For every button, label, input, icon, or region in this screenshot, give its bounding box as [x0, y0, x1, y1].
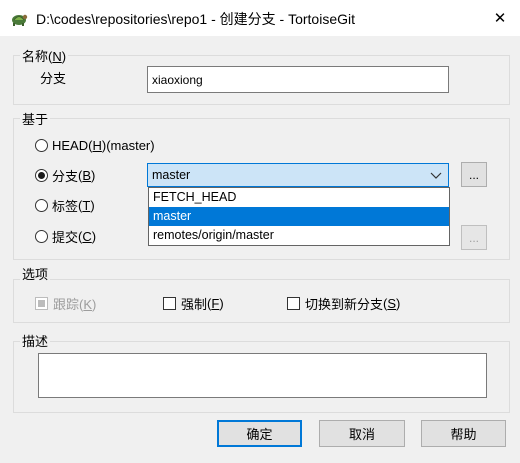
- branch-dropdown-list[interactable]: FETCH_HEAD master remotes/origin/master: [148, 187, 450, 246]
- window-title: D:\codes\repositories\repo1 - 创建分支 - Tor…: [36, 11, 355, 27]
- close-button[interactable]: ✕: [480, 0, 520, 36]
- description-textarea[interactable]: [38, 353, 487, 398]
- dropdown-item-fetch-head[interactable]: FETCH_HEAD: [149, 188, 449, 207]
- tag-radio[interactable]: 标签(T): [35, 196, 95, 215]
- name-group-label: 名称(N): [20, 46, 69, 65]
- close-icon: ✕: [493, 10, 507, 27]
- force-checkbox[interactable]: 强制(F): [163, 294, 224, 313]
- base-group-label: 基于: [20, 109, 51, 128]
- description-group-label: 描述: [20, 331, 51, 350]
- head-radio[interactable]: HEAD(H) (master): [35, 138, 155, 153]
- branch-combobox-value: master: [152, 168, 191, 182]
- track-checkbox[interactable]: 跟踪(K): [35, 294, 96, 313]
- tag-radio-circle[interactable]: [35, 199, 48, 212]
- chevron-down-icon[interactable]: [430, 169, 442, 184]
- dropdown-item-remotes-origin-master[interactable]: remotes/origin/master: [149, 226, 449, 245]
- cancel-button[interactable]: 取消: [319, 420, 405, 447]
- commit-radio-circle[interactable]: [35, 230, 48, 243]
- branch-name-label: 分支: [40, 71, 67, 86]
- branch-radio-circle[interactable]: [35, 169, 48, 182]
- options-group-label: 选项: [20, 264, 51, 283]
- force-checkbox-box[interactable]: [163, 297, 176, 310]
- branch-radio[interactable]: 分支(B): [35, 166, 95, 185]
- commit-radio[interactable]: 提交(C): [35, 227, 96, 246]
- switch-branch-checkbox-box[interactable]: [287, 297, 300, 310]
- ok-button[interactable]: 确定: [217, 420, 302, 447]
- browse-commit-button[interactable]: ...: [461, 225, 487, 250]
- branch-combobox[interactable]: master: [147, 163, 449, 187]
- branch-name-input[interactable]: xiaoxiong: [147, 66, 449, 93]
- track-checkbox-box[interactable]: [35, 297, 48, 310]
- head-radio-circle[interactable]: [35, 139, 48, 152]
- help-button[interactable]: 帮助: [421, 420, 506, 447]
- switch-branch-checkbox[interactable]: 切换到新分支(S): [287, 294, 400, 313]
- dropdown-item-master[interactable]: master: [149, 207, 449, 226]
- tortoisegit-icon: [10, 9, 28, 27]
- browse-branch-button[interactable]: ...: [461, 162, 487, 187]
